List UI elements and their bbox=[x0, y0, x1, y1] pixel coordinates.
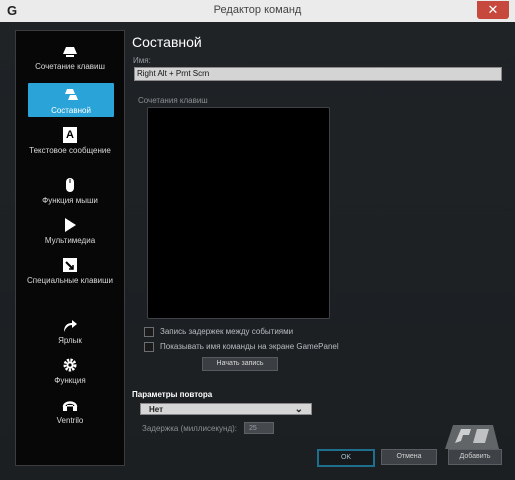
sidebar-item-label: Текстовое сообщение bbox=[29, 146, 111, 155]
cancel-button[interactable]: Отмена bbox=[381, 449, 437, 465]
delay-label: Задержка (миллисекунд): bbox=[142, 424, 237, 433]
sidebar-item-function[interactable]: Функция bbox=[16, 357, 124, 386]
name-label: Имя: bbox=[133, 56, 151, 65]
sidebar-item-ventrilo[interactable]: Ventrilo bbox=[16, 397, 124, 426]
sidebar-item-label: Ярлык bbox=[58, 336, 82, 345]
sidebar-item-keystroke[interactable]: Сочетание клавиш bbox=[16, 43, 124, 72]
record-delays-label: Запись задержек между событиями bbox=[160, 327, 294, 337]
sidebar-item-label: Специальные клавиши bbox=[26, 276, 114, 285]
command-type-sidebar: Сочетание клавиш Составной A Текстовое с… bbox=[15, 30, 125, 466]
editor-frame: Сочетание клавиш Составной A Текстовое с… bbox=[0, 22, 515, 480]
delay-input[interactable]: 25 bbox=[244, 422, 274, 434]
sidebar-item-label: Сочетание клавиш bbox=[35, 62, 105, 71]
show-gamepanel-option[interactable]: Показывать имя команды на экране GamePan… bbox=[144, 342, 339, 352]
page-title: Составной bbox=[132, 34, 202, 50]
keystroke-icon bbox=[63, 47, 77, 57]
shortcut-arrow-icon bbox=[64, 320, 77, 332]
multikey-icon bbox=[65, 89, 78, 100]
close-button[interactable]: ✕ bbox=[477, 1, 509, 19]
chevron-down-icon: ⌄ bbox=[294, 404, 303, 415]
repeat-options-label: Параметры повтора bbox=[132, 390, 213, 399]
sidebar-item-multimedia[interactable]: Мультимедиа bbox=[16, 217, 124, 246]
sidebar-item-label: Функция bbox=[54, 376, 86, 385]
watermark-logo bbox=[445, 425, 499, 449]
name-field[interactable]: Right Alt + Prnt Scrn bbox=[134, 67, 502, 81]
start-recording-button[interactable]: Начать запись bbox=[202, 357, 278, 371]
mouse-icon bbox=[66, 178, 74, 192]
sidebar-item-multikey[interactable]: Составной bbox=[28, 83, 114, 117]
sidebar-item-mouse[interactable]: Функция мыши bbox=[16, 177, 124, 206]
record-delays-checkbox[interactable] bbox=[144, 327, 154, 337]
sidebar-item-label: Функция мыши bbox=[42, 196, 98, 205]
title-bar: G Редактор команд ✕ bbox=[0, 0, 515, 23]
show-gamepanel-checkbox[interactable] bbox=[144, 342, 154, 352]
sidebar-item-label: Мультимедиа bbox=[44, 236, 96, 245]
headset-icon bbox=[62, 401, 78, 411]
sidebar-item-text[interactable]: A Текстовое сообщение bbox=[16, 127, 124, 156]
sidebar-item-label: Ventrilo bbox=[56, 416, 84, 425]
show-gamepanel-label: Показывать имя команды на экране GamePan… bbox=[160, 342, 339, 352]
text-icon: A bbox=[63, 127, 77, 143]
special-key-icon bbox=[63, 258, 77, 272]
window-title: Редактор команд bbox=[213, 4, 302, 16]
repeat-select-value: Нет bbox=[149, 405, 164, 414]
sidebar-item-label: Составной bbox=[51, 106, 91, 115]
keystrokes-list[interactable] bbox=[147, 107, 330, 319]
ok-button[interactable]: OK bbox=[317, 449, 375, 467]
function-gear-icon bbox=[63, 358, 77, 372]
keystrokes-label: Сочетания клавиш bbox=[138, 96, 208, 105]
sidebar-item-special-keys[interactable]: Специальные клавиши bbox=[16, 257, 124, 286]
sidebar-item-shortcut[interactable]: Ярлык bbox=[16, 317, 124, 346]
play-icon bbox=[65, 218, 76, 232]
record-delays-option[interactable]: Запись задержек между событиями bbox=[144, 327, 293, 337]
repeat-select[interactable]: Нет ⌄ bbox=[140, 403, 312, 415]
